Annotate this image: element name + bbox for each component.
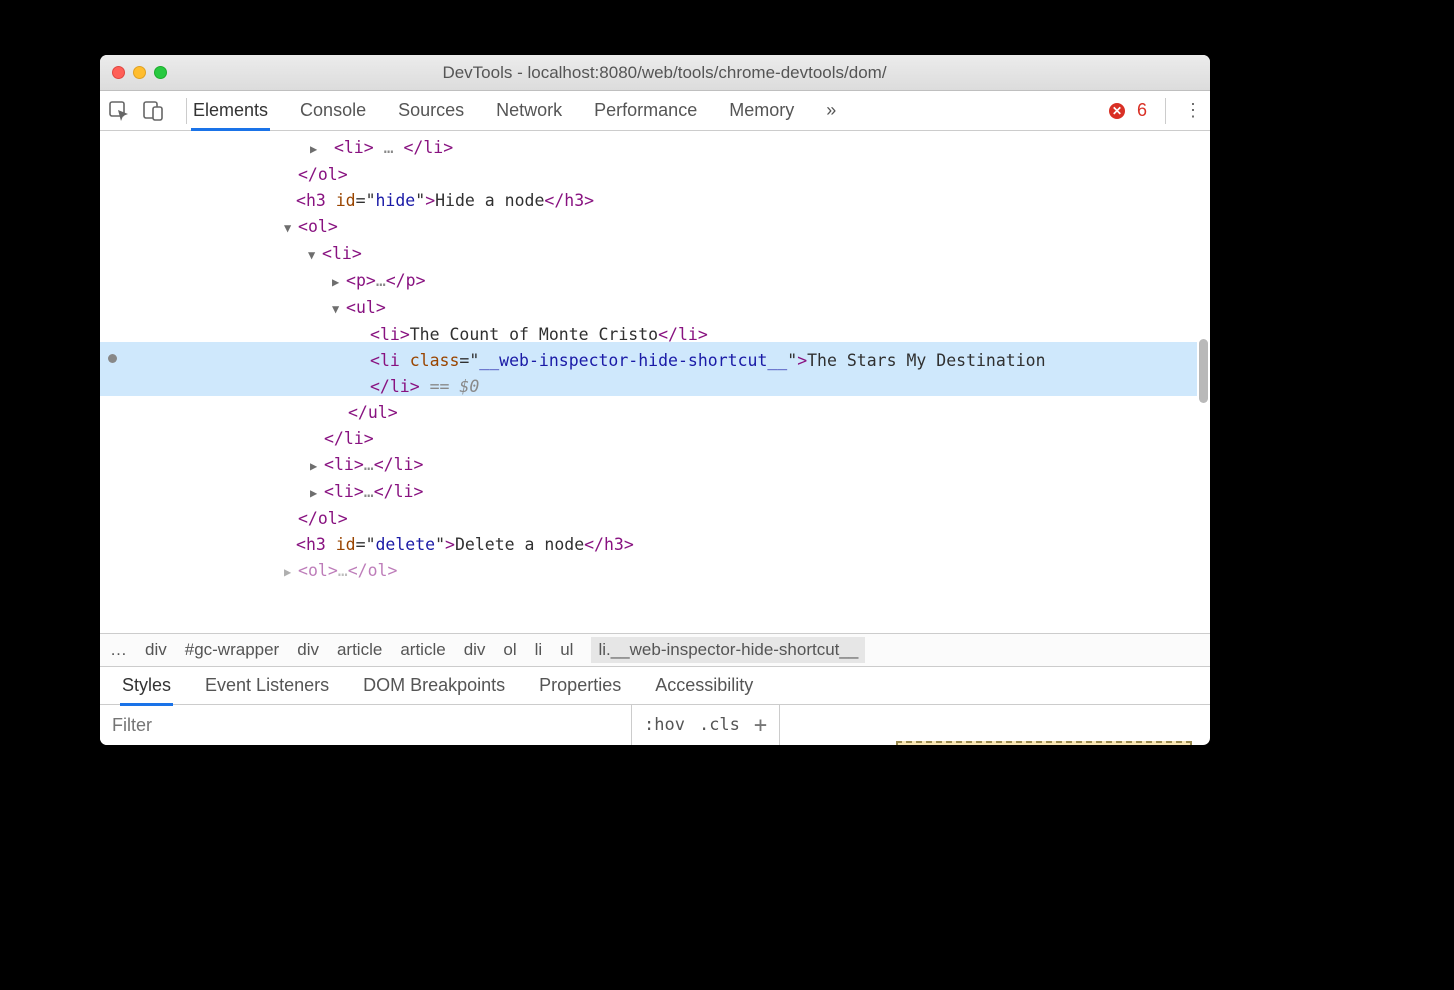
- tree-row[interactable]: <li>The Count of Monte Cristo</li>: [100, 322, 1210, 348]
- window-controls: [112, 66, 167, 79]
- tree-row[interactable]: </li>: [100, 426, 1210, 452]
- box-model-margin-icon: [896, 741, 1192, 745]
- titlebar: DevTools - localhost:8080/web/tools/chro…: [100, 55, 1210, 91]
- tree-row[interactable]: </ul>: [100, 400, 1210, 426]
- tree-row-selected[interactable]: </li> == $0: [100, 374, 1210, 400]
- toolbar-separator: [1165, 98, 1166, 124]
- collapse-arrow-icon[interactable]: ▼: [284, 215, 298, 241]
- panel-tab-accessibility[interactable]: Accessibility: [655, 675, 753, 696]
- panel-tab-dom-breakpoints[interactable]: DOM Breakpoints: [363, 675, 505, 696]
- crumb-item[interactable]: ul: [560, 640, 573, 660]
- tree-row[interactable]: <h3 id="delete">Delete a node</h3>: [100, 532, 1210, 558]
- tree-row[interactable]: ▶<p>…</p>: [100, 268, 1210, 295]
- crumb-item[interactable]: div: [297, 640, 319, 660]
- tree-row[interactable]: ▼<ul>: [100, 295, 1210, 322]
- expand-arrow-icon[interactable]: ▶: [310, 136, 324, 162]
- expand-arrow-icon[interactable]: ▶: [310, 453, 324, 479]
- crumb-item[interactable]: ol: [503, 640, 516, 660]
- tree-row-selected[interactable]: <li class="__web-inspector-hide-shortcut…: [100, 348, 1210, 374]
- expand-arrow-icon[interactable]: ▶: [332, 269, 346, 295]
- tree-row[interactable]: ▶<li>…</li>: [100, 452, 1210, 479]
- devtools-toolbar: Elements Console Sources Network Perform…: [100, 91, 1210, 131]
- panel-tab-styles[interactable]: Styles: [122, 675, 171, 696]
- hov-toggle-button[interactable]: :hov: [644, 715, 685, 735]
- dom-tree-panel: ▶ <li> … </li> </ol> <h3 id="hide">Hide …: [100, 131, 1210, 633]
- tab-overflow[interactable]: »: [826, 100, 836, 121]
- tab-sources[interactable]: Sources: [398, 100, 464, 121]
- expand-arrow-icon[interactable]: ▶: [310, 480, 324, 506]
- tab-memory[interactable]: Memory: [729, 100, 794, 121]
- crumb-overflow[interactable]: …: [110, 640, 127, 660]
- styles-filter-bar: :hov .cls +: [100, 705, 1210, 745]
- tab-elements[interactable]: Elements: [193, 100, 268, 121]
- expand-arrow-icon[interactable]: ▶: [284, 559, 298, 585]
- new-style-rule-button[interactable]: +: [754, 713, 767, 738]
- tree-row[interactable]: ▼<ol>: [100, 214, 1210, 241]
- collapse-arrow-icon[interactable]: ▼: [308, 242, 322, 268]
- tab-performance[interactable]: Performance: [594, 100, 697, 121]
- crumb-item[interactable]: div: [464, 640, 486, 660]
- crumb-item[interactable]: article: [337, 640, 382, 660]
- toolbar-separator: [186, 98, 187, 124]
- crumb-item[interactable]: li: [535, 640, 543, 660]
- crumb-item-selected[interactable]: li.__web-inspector-hide-shortcut__: [591, 637, 865, 663]
- crumb-item[interactable]: article: [400, 640, 445, 660]
- tree-row[interactable]: ▶ <li> … </li>: [100, 135, 1210, 162]
- device-toolbar-icon[interactable]: [142, 100, 164, 122]
- tab-console[interactable]: Console: [300, 100, 366, 121]
- dom-breadcrumb: … div #gc-wrapper div article article di…: [100, 633, 1210, 667]
- box-model-preview: [780, 705, 1210, 745]
- tree-row[interactable]: </ol>: [100, 506, 1210, 532]
- tree-row[interactable]: ▶<ol>…</ol>: [100, 558, 1210, 585]
- minimize-window-button[interactable]: [133, 66, 146, 79]
- cls-toggle-button[interactable]: .cls: [699, 715, 740, 735]
- tree-row[interactable]: </ol>: [100, 162, 1210, 188]
- window-title: DevTools - localhost:8080/web/tools/chro…: [181, 63, 1148, 83]
- error-count[interactable]: 6: [1137, 100, 1147, 121]
- close-window-button[interactable]: [112, 66, 125, 79]
- settings-kebab-icon[interactable]: ⋮: [1184, 100, 1202, 121]
- hidden-node-indicator-icon: [108, 354, 117, 363]
- console-selection-ref: == $0: [420, 377, 480, 396]
- crumb-item[interactable]: div: [145, 640, 167, 660]
- tree-row[interactable]: ▶<li>…</li>: [100, 479, 1210, 506]
- panel-tab-event-listeners[interactable]: Event Listeners: [205, 675, 329, 696]
- zoom-window-button[interactable]: [154, 66, 167, 79]
- sidebar-panel-tabs: Styles Event Listeners DOM Breakpoints P…: [100, 667, 1210, 705]
- panel-tab-properties[interactable]: Properties: [539, 675, 621, 696]
- styles-filter-input[interactable]: [100, 705, 632, 745]
- tree-row[interactable]: <h3 id="hide">Hide a node</h3>: [100, 188, 1210, 214]
- inspect-element-icon[interactable]: [108, 100, 130, 122]
- tree-row[interactable]: ▼<li>: [100, 241, 1210, 268]
- tab-network[interactable]: Network: [496, 100, 562, 121]
- collapse-arrow-icon[interactable]: ▼: [332, 296, 346, 322]
- error-icon[interactable]: ✕: [1109, 103, 1125, 119]
- devtools-window: DevTools - localhost:8080/web/tools/chro…: [100, 55, 1210, 745]
- crumb-item[interactable]: #gc-wrapper: [185, 640, 280, 660]
